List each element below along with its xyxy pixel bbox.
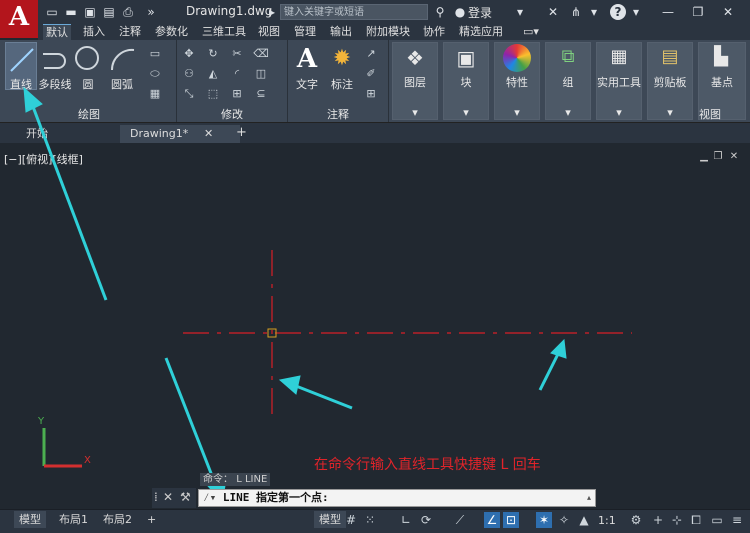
command-expand-icon[interactable]: ▴ bbox=[587, 493, 591, 502]
snap-icon[interactable]: ⁙ bbox=[362, 512, 378, 528]
workspace-gear-icon[interactable]: ⚙ bbox=[628, 512, 644, 528]
ortho-icon[interactable]: ∟ bbox=[398, 512, 414, 528]
add-layout-icon[interactable]: + bbox=[142, 511, 161, 528]
layout1-tab[interactable]: 布局1 bbox=[54, 511, 93, 528]
model-space-button[interactable]: 模型 bbox=[314, 511, 346, 528]
ucs-icon: Y X bbox=[37, 416, 91, 468]
scale-dropdown[interactable]: 1:1 bbox=[598, 514, 616, 527]
svg-text:X: X bbox=[84, 455, 91, 466]
customize-wrench-icon[interactable]: ⚒ bbox=[180, 490, 191, 504]
customization-menu-icon[interactable]: ≡ bbox=[729, 512, 745, 528]
layout2-tab[interactable]: 布局2 bbox=[98, 511, 137, 528]
units-icon[interactable]: ⊹ bbox=[669, 512, 685, 528]
annotation-visibility-icon[interactable]: ✶ bbox=[536, 512, 552, 528]
canvas-overlay: Y X bbox=[23, 86, 632, 504]
command-history-prefix: 命令： bbox=[203, 474, 233, 485]
annotation-monitor-icon[interactable]: + bbox=[650, 512, 666, 528]
recent-commands-icon[interactable]: ⁄▾ bbox=[199, 491, 216, 504]
polar-icon[interactable]: ⟳ bbox=[418, 512, 434, 528]
svg-text:Y: Y bbox=[37, 416, 45, 427]
application-menu-button[interactable]: A bbox=[0, 0, 38, 38]
command-line-input[interactable]: ⁄▾ LINE 指定第一个点: bbox=[198, 489, 596, 507]
annotation-scale-icon[interactable]: ▲ bbox=[576, 512, 592, 528]
isodraft-icon[interactable]: ⟋ bbox=[452, 512, 468, 528]
clean-screen-icon[interactable]: ▭ bbox=[709, 512, 725, 528]
drag-handle-icon[interactable]: ⁞ bbox=[154, 490, 158, 504]
crosshair-cursor bbox=[183, 250, 632, 416]
command-history: 命令： L LINE bbox=[200, 473, 271, 486]
annotation-arrows bbox=[23, 86, 567, 504]
grid-icon[interactable]: # bbox=[343, 512, 359, 528]
command-prompt-text: LINE 指定第一个点: bbox=[222, 491, 329, 504]
instruction-annotation: 在命令行输入直线工具快捷键 L 回车 bbox=[314, 457, 541, 473]
model-layout-tab[interactable]: 模型 bbox=[14, 511, 46, 528]
auto-scale-icon[interactable]: ✧ bbox=[556, 512, 572, 528]
close-commandline-icon[interactable]: ✕ bbox=[163, 490, 173, 504]
object-snap-tracking-icon[interactable]: ∠ bbox=[484, 512, 500, 528]
quick-properties-icon[interactable]: ⧠ bbox=[688, 512, 704, 528]
command-history-text: L LINE bbox=[236, 474, 268, 485]
object-snap-icon[interactable]: ⊡ bbox=[503, 512, 519, 528]
